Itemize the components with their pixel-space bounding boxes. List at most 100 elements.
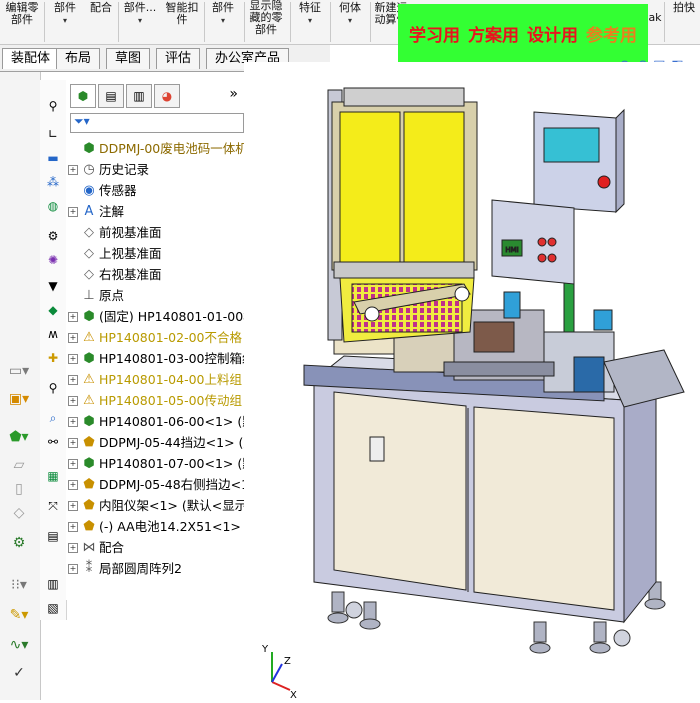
- search-icon[interactable]: ⌕: [44, 410, 62, 426]
- sensor-icon: ◉: [83, 183, 95, 198]
- smart-fasteners-button[interactable]: 智能扣 件: [162, 0, 202, 44]
- tree-item[interactable]: ⊥ 原点: [68, 285, 244, 306]
- tree-item[interactable]: + ◷ 历史记录: [68, 159, 244, 180]
- move-component-button[interactable]: 部件 ▾: [206, 0, 240, 44]
- tree-item[interactable]: ◉ 传感器: [68, 180, 244, 201]
- ruler-icon[interactable]: ▤: [44, 528, 62, 544]
- tab-assembly[interactable]: 装配体: [2, 48, 60, 69]
- spring-icon[interactable]: ʍ: [44, 326, 62, 342]
- tree-item[interactable]: + ⬟ DDPMJ-05-44挡边<1> (默认: [68, 432, 244, 453]
- chevron-down-icon[interactable]: ▾: [48, 15, 82, 27]
- tree-item[interactable]: + ⚠ HP140801-02-00不合格: [68, 327, 244, 348]
- tree-item[interactable]: ◇ 右视基准面: [68, 264, 244, 285]
- expand-toggle-icon[interactable]: +: [68, 354, 78, 364]
- component-pattern-button[interactable]: 部件... ▾: [120, 0, 160, 44]
- fastener-icon[interactable]: ⚲: [44, 380, 62, 396]
- design-library-icon[interactable]: ⁂: [44, 174, 62, 190]
- subassembly-icon: ⬢: [83, 414, 95, 429]
- insert-component-button[interactable]: 部件 ▾: [48, 0, 82, 44]
- expand-toggle-icon[interactable]: +: [68, 207, 78, 217]
- bucket-icon[interactable]: ▼: [44, 278, 62, 294]
- property-manager-tab-icon[interactable]: ▤: [98, 84, 124, 108]
- tree-item[interactable]: + ⚠ HP140801-05-00传动组: [68, 390, 244, 411]
- binoculars-icon[interactable]: ⚯: [44, 434, 62, 450]
- expand-toggle-icon[interactable]: +: [68, 480, 78, 490]
- snapshot-button[interactable]: 拍快: [668, 0, 700, 44]
- expand-toggle-icon[interactable]: +: [68, 543, 78, 553]
- bill-of-materials-icon[interactable]: ▥: [44, 576, 62, 592]
- coordinate-triad: Y X Z: [261, 644, 297, 698]
- expand-toggle-icon[interactable]: +: [68, 564, 78, 574]
- property-icon[interactable]: ▧: [44, 600, 62, 616]
- tree-item[interactable]: ⬢ DDPMJ-00废电池码一体机: [68, 138, 244, 159]
- linear-pattern-icon[interactable]: ⁝⁝▾: [4, 576, 34, 594]
- copy-icon[interactable]: ▯: [4, 480, 34, 498]
- expand-toggle-icon[interactable]: +: [68, 459, 78, 469]
- feature-tree-tab-icon[interactable]: ⬢: [70, 84, 96, 108]
- tree-filter-input[interactable]: ⏷▾: [70, 113, 244, 133]
- tree-item[interactable]: + A 注解: [68, 201, 244, 222]
- puzzle-icon[interactable]: ✚: [44, 350, 62, 366]
- tree-item[interactable]: + ⬟ 内阻仪架<1> (默认<显示状: [68, 495, 244, 516]
- graphics-area[interactable]: HMI Y X Z: [244, 62, 700, 700]
- globe-icon[interactable]: ◍: [44, 198, 62, 214]
- chevron-down-icon[interactable]: ▾: [120, 15, 160, 27]
- expand-toggle-icon[interactable]: +: [68, 333, 78, 343]
- toggle-transparency-icon[interactable]: ▣▾: [4, 390, 34, 408]
- mate-button[interactable]: 配合: [86, 0, 116, 44]
- tree-item[interactable]: ◇ 前视基准面: [68, 222, 244, 243]
- expand-toggle-icon[interactable]: +: [68, 312, 78, 322]
- expand-toggle-icon[interactable]: +: [68, 522, 78, 532]
- configuration-tab-icon[interactable]: ▥: [126, 84, 152, 108]
- expand-toggle-icon[interactable]: +: [68, 501, 78, 511]
- bolt-icon[interactable]: ⚲: [44, 98, 62, 114]
- tree-item[interactable]: + ⋈ 配合: [68, 537, 244, 558]
- tree-item[interactable]: + ⚠ HP140801-04-00上料组: [68, 369, 244, 390]
- expand-toggle-icon[interactable]: +: [68, 438, 78, 448]
- collapse-panel-button[interactable]: »: [229, 86, 238, 102]
- assembly-features-button[interactable]: 特征 ▾: [294, 0, 326, 44]
- show-hidden-components-button[interactable]: 显示隐 藏的零 部件: [246, 0, 286, 44]
- new-part-icon[interactable]: ⬟▾: [4, 428, 34, 446]
- tree-item[interactable]: ◇ 上视基准面: [68, 243, 244, 264]
- reference-geometry-button[interactable]: 何体 ▾: [334, 0, 366, 44]
- tab-sketch[interactable]: 草图: [106, 48, 151, 69]
- tree-item[interactable]: + ⬢ HP140801-03-00控制箱组件: [68, 348, 244, 369]
- ribbon-label: 拍快: [673, 1, 695, 14]
- paste-icon[interactable]: ◇: [4, 504, 34, 522]
- layer-icon[interactable]: ▬: [44, 150, 62, 166]
- explode-icon[interactable]: ⤧: [44, 498, 62, 514]
- tree-item[interactable]: + ⬟ DDPMJ-05-48右侧挡边<1>: [68, 474, 244, 495]
- edit-part-icon[interactable]: ▱: [4, 456, 34, 474]
- flexible-icon[interactable]: ⚙: [4, 534, 34, 552]
- chevron-down-icon[interactable]: ▾: [334, 15, 366, 27]
- tab-evaluate[interactable]: 评估: [156, 48, 201, 69]
- expand-toggle-icon[interactable]: +: [68, 375, 78, 385]
- display-manager-tab-icon[interactable]: ◕: [154, 84, 180, 108]
- expand-toggle-icon[interactable]: +: [68, 165, 78, 175]
- smart-mate-icon[interactable]: ✎▾: [4, 606, 34, 624]
- tab-layout[interactable]: 布局: [56, 48, 101, 69]
- chevron-down-icon[interactable]: ▾: [206, 15, 240, 27]
- tree-item[interactable]: + ⬢ (固定) HP140801-01-00机架: [68, 306, 244, 327]
- check-icon[interactable]: ✓: [4, 664, 34, 682]
- tree-item[interactable]: + ⬟ (-) AA电池14.2X51<1> (默: [68, 516, 244, 537]
- chevron-down-icon[interactable]: ▾: [294, 15, 326, 27]
- settings-icon[interactable]: ⚙: [44, 228, 62, 244]
- expand-toggle-icon[interactable]: +: [68, 417, 78, 427]
- assembly-model[interactable]: HMI: [244, 62, 700, 700]
- hide-show-icon[interactable]: ▭▾: [4, 362, 34, 380]
- tree-item[interactable]: + ⬢ HP140801-06-00<1> (默认: [68, 411, 244, 432]
- tree-item[interactable]: + ⁑ 局部圆周阵列2: [68, 558, 244, 579]
- filter-icon[interactable]: ⏷▾: [74, 114, 90, 129]
- spline-icon[interactable]: ∿▾: [4, 636, 34, 654]
- edit-component-button[interactable]: 编辑零 部件: [2, 0, 42, 44]
- watermark-text: 参考用: [586, 25, 637, 46]
- location-icon[interactable]: ◆: [44, 302, 62, 318]
- expand-toggle-icon[interactable]: +: [68, 396, 78, 406]
- rebuild-icon[interactable]: ▦: [44, 468, 62, 484]
- instant3d-button[interactable]: ak: [648, 0, 662, 44]
- angle-icon[interactable]: ∟: [44, 126, 62, 142]
- tree-item[interactable]: + ⬢ HP140801-07-00<1> (默认: [68, 453, 244, 474]
- appearance-icon[interactable]: ✺: [44, 252, 62, 268]
